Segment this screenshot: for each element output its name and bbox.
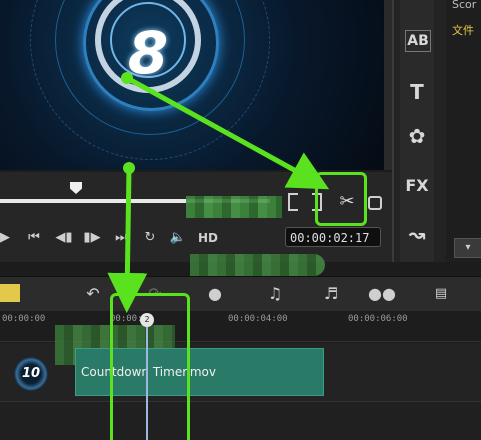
annotation-arrow-to-playhead <box>107 167 148 313</box>
annotation-arrow-to-scissors <box>125 75 330 190</box>
app-window: 8 AB T ✿ FX ↝ Scor 文件 ▾ ✂ ▶ ⏮ ◀▮ ▮▶ ⏭ ↻ … <box>0 0 481 440</box>
annotation-arrows <box>107 72 330 313</box>
